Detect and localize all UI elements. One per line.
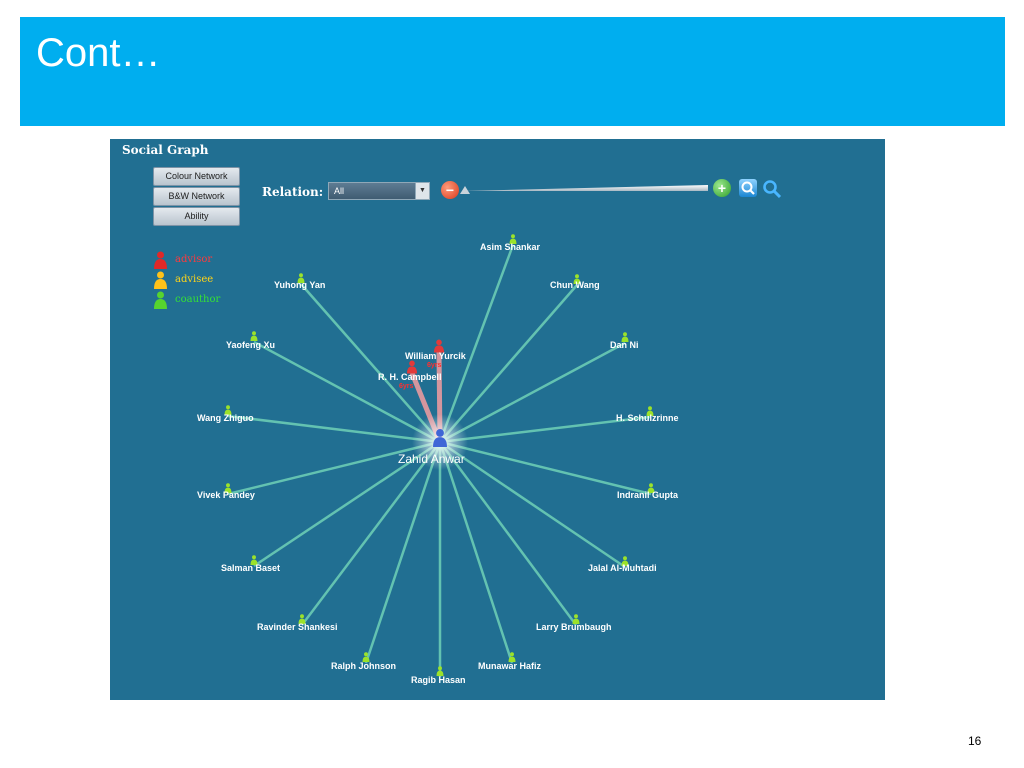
zoom-in-button[interactable]: +: [713, 179, 731, 197]
edge-wang-zhiguo: [227, 414, 441, 444]
zoom-fit-button[interactable]: [739, 179, 757, 197]
chevron-down-icon[interactable]: ▼: [415, 183, 429, 199]
magnifier-icon: [741, 181, 755, 195]
node-label-yaofeng-xu[interactable]: Yaofeng Xu: [226, 340, 275, 350]
node-label-william-yurcik[interactable]: William Yurcik: [405, 351, 466, 361]
edge-munawar-hafiz: [438, 441, 514, 664]
slide-title: Cont…: [36, 31, 161, 75]
edge-ralph-johnson: [364, 441, 442, 664]
edge-asim-shankar: [438, 244, 515, 443]
person-green-icon: [154, 291, 167, 309]
edge-dan-ni: [439, 341, 626, 444]
page-number: 16: [968, 734, 982, 748]
node-label-ragib-hasan[interactable]: Ragib Hasan: [411, 675, 466, 685]
person-yellow-icon: [154, 271, 167, 289]
node-label-vivek-pandey[interactable]: Vivek Pandey: [197, 490, 255, 500]
zoom-slider-handle[interactable]: [460, 186, 470, 194]
node-label-jalal-al-muhtadi[interactable]: Jalal Al-Muhtadi: [588, 563, 657, 573]
panel-title: Social Graph: [122, 143, 209, 157]
edge-ravinder-shankesi: [301, 441, 441, 626]
node-label-ralph-johnson[interactable]: Ralph Johnson: [331, 661, 396, 671]
colour-network-button[interactable]: Colour Network: [153, 167, 240, 186]
relation-select[interactable]: All ▼: [328, 182, 430, 200]
node-label-h-schulzrinne[interactable]: H. Schulzrinne: [616, 413, 679, 423]
node-label-ravinder-shankesi[interactable]: Ravinder Shankesi: [257, 622, 338, 632]
bw-network-button[interactable]: B&W Network: [153, 187, 240, 206]
slide-title-bar: Cont…: [20, 17, 1005, 126]
node-label-munawar-hafiz[interactable]: Munawar Hafiz: [478, 661, 541, 671]
node-label-salman-baset[interactable]: Salman Baset: [221, 563, 280, 573]
legend-label-coauthor: coauthor: [175, 294, 221, 305]
ability-button[interactable]: Ability: [153, 207, 240, 226]
relation-tag-william-yurcik: 6yrs: [427, 362, 442, 369]
node-label-asim-shankar[interactable]: Asim Shankar: [480, 242, 540, 252]
edge-chun-wang: [439, 284, 578, 443]
node-label-chun-wang[interactable]: Chun Wang: [550, 280, 600, 290]
legend-label-advisor: advisor: [175, 254, 213, 265]
edge-jalal-al-muhtadi: [439, 440, 626, 569]
search-button[interactable]: [762, 179, 782, 199]
legend-label-advisee: advisee: [175, 274, 214, 285]
relation-select-value: All: [334, 186, 345, 196]
node-label-r-h-campbell[interactable]: R. H. Campbell: [378, 372, 442, 382]
social-graph-panel: Social Graph Colour Network B&W Network …: [110, 139, 885, 700]
node-label-indranil-gupta[interactable]: Indranil Gupta: [617, 490, 678, 500]
center-node-label: Zahid Anwar: [398, 452, 465, 466]
zoom-out-button[interactable]: −: [441, 181, 459, 199]
person-red-icon: [154, 251, 167, 269]
relation-label: Relation:: [262, 185, 324, 199]
node-label-larry-brumbaugh[interactable]: Larry Brumbaugh: [536, 622, 612, 632]
node-label-wang-zhiguo[interactable]: Wang Zhiguo: [197, 413, 254, 423]
node-label-dan-ni[interactable]: Dan Ni: [610, 340, 639, 350]
edge-yuhong-yan: [300, 283, 441, 443]
search-icon: [763, 180, 782, 199]
node-label-yuhong-yan[interactable]: Yuhong Yan: [274, 280, 325, 290]
relation-tag-r-h-campbell: 6yrs: [399, 383, 414, 390]
